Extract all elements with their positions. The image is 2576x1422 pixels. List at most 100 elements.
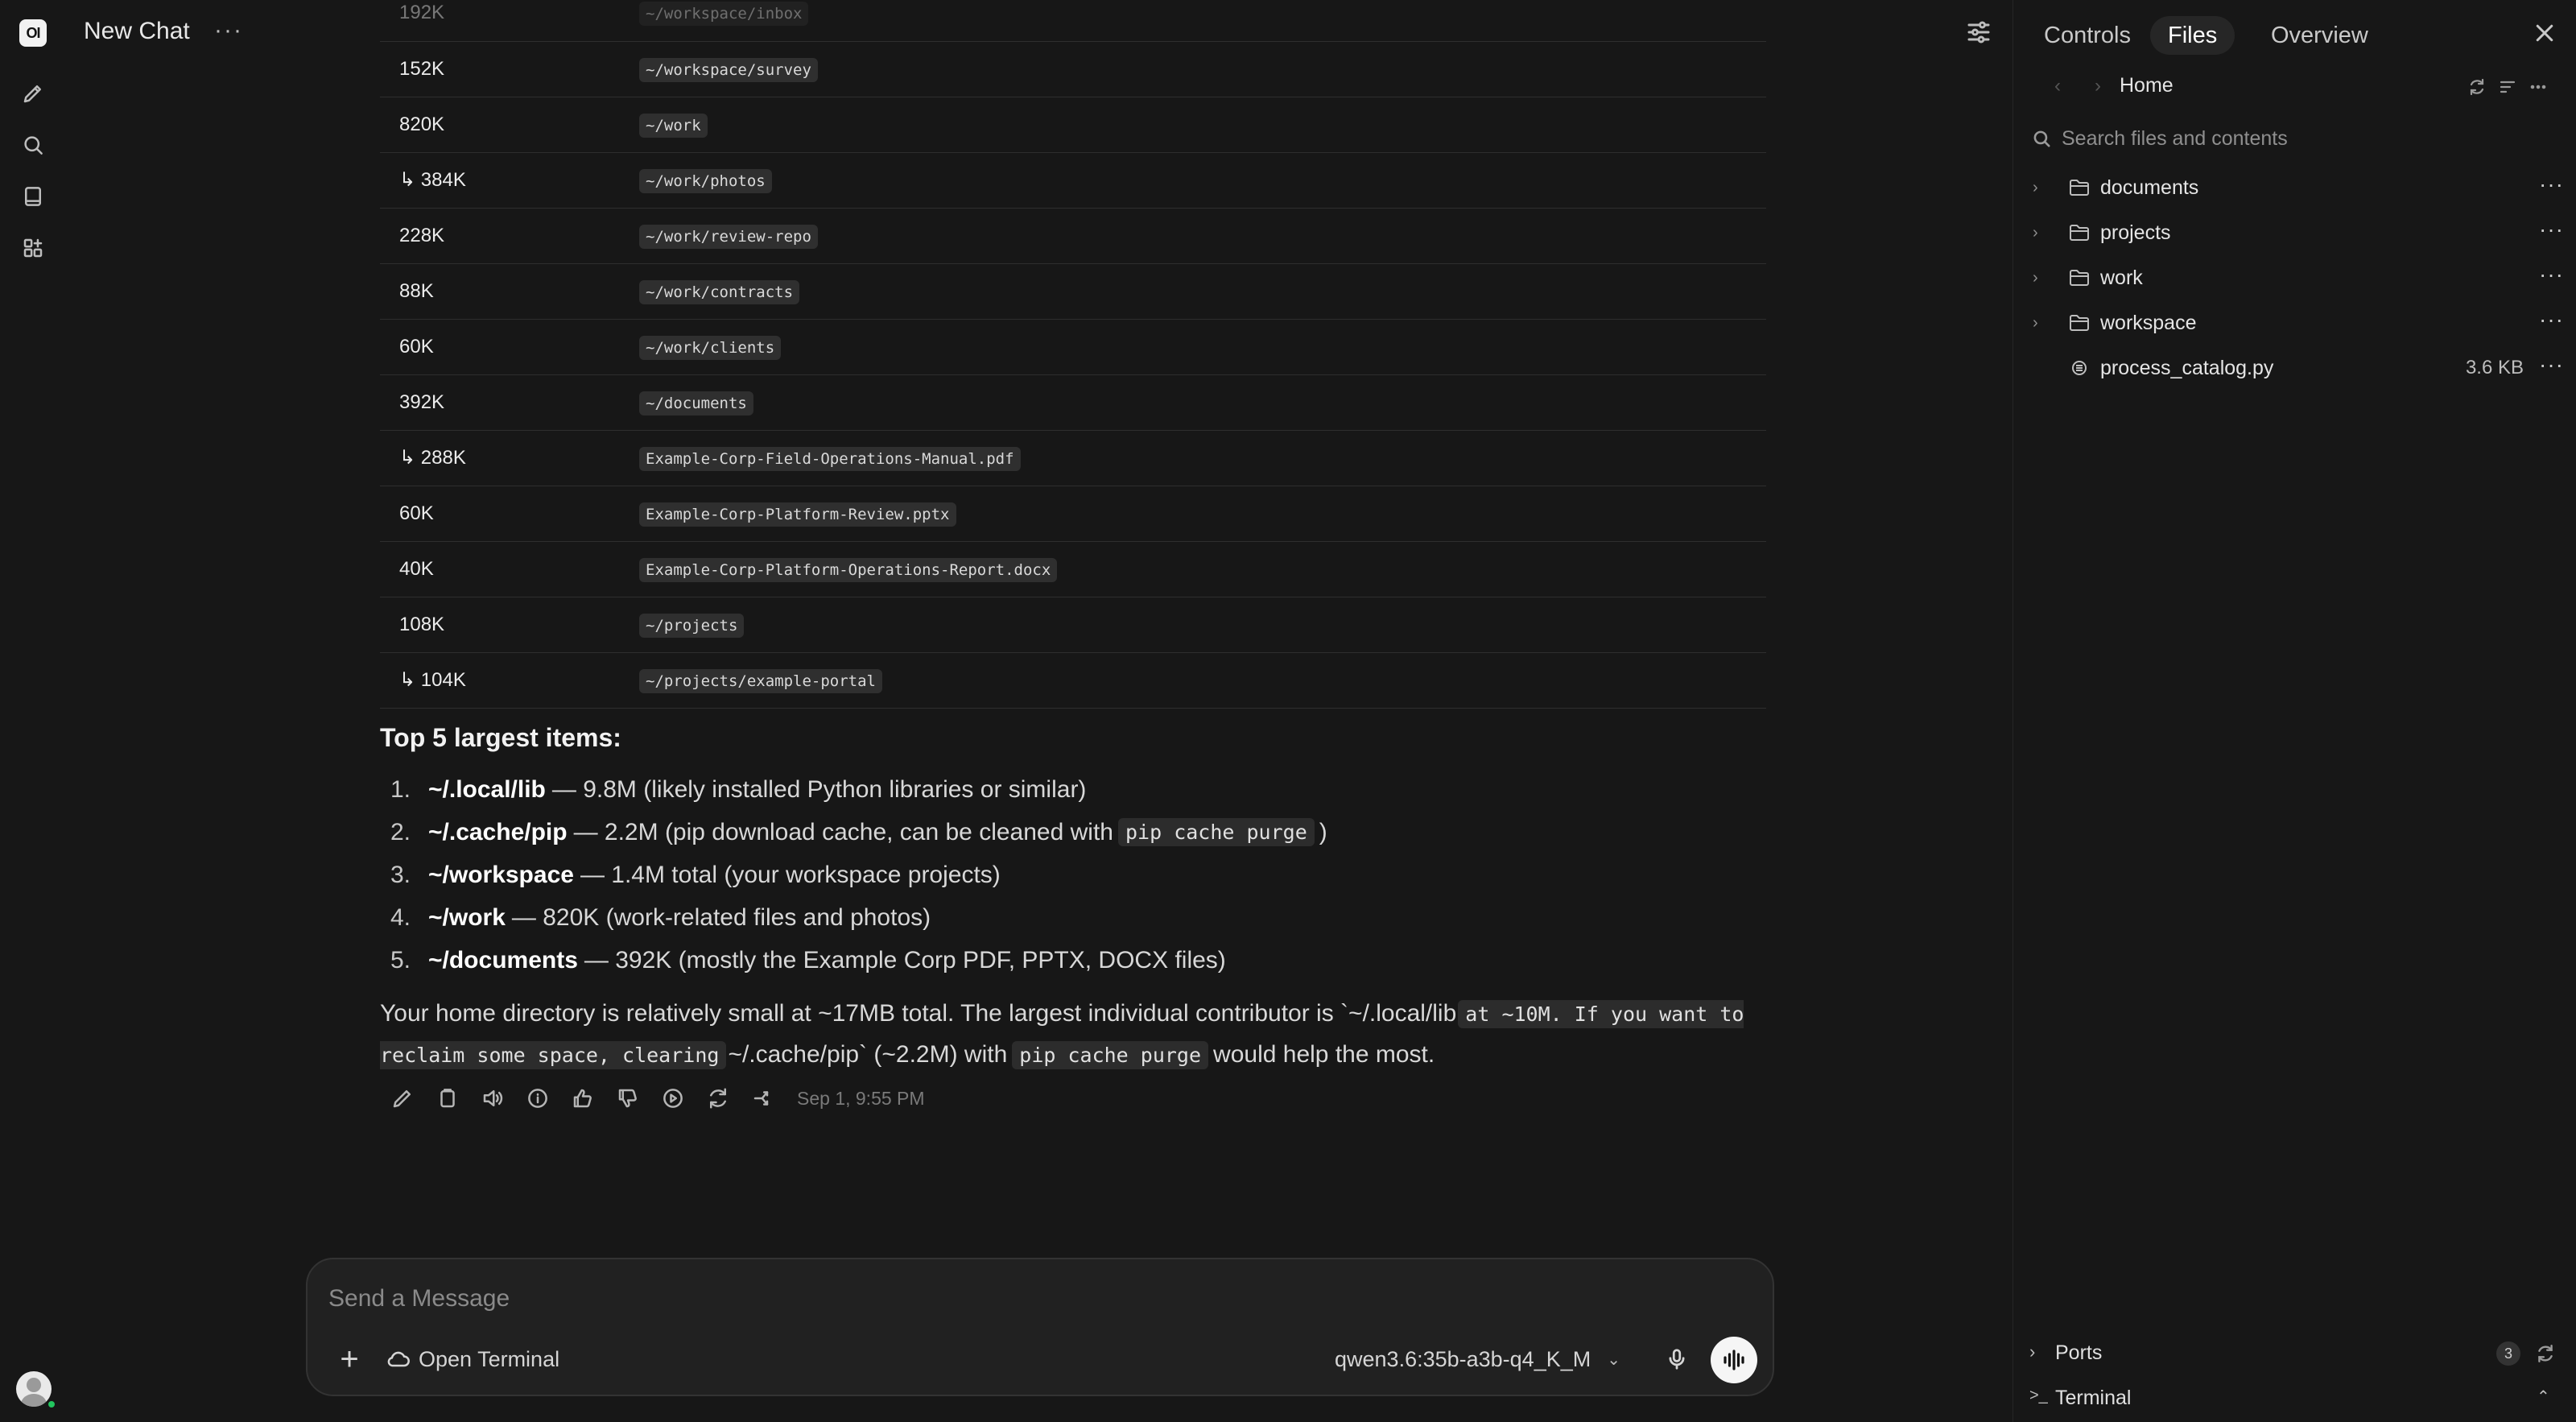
folder-item-workspace[interactable]: › workspace ··· [2013,300,2576,345]
more-options-icon[interactable]: ··· [2539,217,2564,242]
controls-sliders-icon[interactable] [1964,18,1993,47]
attach-plus-icon[interactable]: + [330,1340,369,1379]
folder-item-documents[interactable]: › documents ··· [2013,165,2576,210]
summary-paragraph: Your home directory is relatively small … [380,1000,1744,1069]
chevron-right-icon[interactable]: › [2033,269,2038,287]
user-avatar[interactable] [16,1371,52,1407]
file-name: documents [2100,176,2199,199]
path-code: Example-Corp-Platform-Operations-Report.… [639,557,1058,582]
path-cell: ~/workspace/survey [639,41,1766,97]
chevron-right-icon[interactable]: › [2033,224,2038,242]
terminal-label: Terminal [2055,1387,2132,1409]
folder-item-work[interactable]: › work ··· [2013,255,2576,300]
tab-controls[interactable]: Controls [2026,16,2149,55]
refresh-icon[interactable] [2535,1343,2556,1364]
size-cell: 228K [399,224,445,246]
folder-icon [2068,177,2091,198]
path-cell: ~/projects/example-portal [639,652,1766,708]
more-options-icon[interactable]: ··· [2539,307,2564,333]
notes-icon[interactable] [14,177,52,216]
thumbs-down-icon[interactable] [605,1079,650,1118]
file-name: workspace [2100,311,2197,334]
breadcrumb[interactable]: Home [2120,74,2174,97]
workspace-icon[interactable] [14,229,52,267]
search-icon[interactable] [14,126,52,164]
folder-icon [2068,312,2091,333]
open-terminal-button[interactable]: Open Terminal [385,1342,559,1376]
size-cell: 60K [399,335,434,358]
open-terminal-label: Open Terminal [419,1346,560,1371]
tab-files[interactable]: Files [2150,16,2235,55]
regenerate-icon[interactable] [696,1079,741,1118]
chevron-right-icon[interactable]: › [2033,314,2038,333]
chat-title: New Chat [84,18,190,44]
path-code: ~/work/clients [639,335,782,360]
message-input[interactable] [328,1280,1745,1317]
more-options-icon[interactable]: ··· [2539,172,2564,197]
list-item: 2. ~/.cache/pip — 2.2M (pip download cache… [390,818,1327,846]
file-name: work [2100,266,2143,289]
more-options-icon[interactable] [2525,74,2551,100]
path-cell: ~/work [639,97,1766,152]
read-aloud-icon[interactable] [470,1079,515,1118]
back-icon[interactable]: ‹ [2046,74,2070,98]
close-icon[interactable] [2533,21,2562,50]
size-cell: 152K [399,57,445,80]
forward-icon[interactable]: › [2086,74,2110,98]
side-panel: Controls Files Overview ‹ › Home › docume… [2013,0,2576,1422]
path-code: ~/projects/example-portal [639,668,882,693]
branch-icon[interactable] [741,1079,786,1118]
path-code: ~/workspace/survey [639,57,818,82]
table-row: ↳ 288K Example-Corp-Field-Operations-Manu… [380,430,1766,486]
python-file-icon [2068,358,2091,378]
tab-overview[interactable]: Overview [2253,16,2386,55]
size-cell: 392K [399,391,445,413]
ports-section[interactable]: › Ports 3 [2013,1333,2576,1372]
model-selector[interactable]: qwen3.6:35b-a3b-q4_K_M ⌄ [1335,1343,1620,1375]
path-code: Example-Corp-Platform-Review.pptx [639,502,956,527]
inline-code: pip cache purge [1012,1041,1209,1069]
path-code: ~/work/contracts [639,279,800,304]
folder-item-projects[interactable]: › projects ··· [2013,210,2576,255]
more-options-icon[interactable]: ··· [2539,352,2564,378]
microphone-icon[interactable] [1657,1340,1696,1379]
edit-icon[interactable] [380,1079,425,1118]
new-chat-icon[interactable] [14,74,52,113]
chevron-down-icon: ⌄ [1607,1350,1620,1369]
chevron-right-icon[interactable]: › [2033,179,2038,197]
file-name: process_catalog.py [2100,356,2274,379]
continue-icon[interactable] [650,1079,696,1118]
disk-usage-table: 192K ~/workspace/inbox 152K ~/workspace/sur… [380,0,1766,709]
size-cell: 40K [399,557,434,580]
path-cell: ~/work/contracts [639,263,1766,319]
chevron-up-icon[interactable]: ⌃ [2537,1387,2550,1407]
terminal-section[interactable]: >_ Terminal ⌃ [2013,1379,2576,1417]
table-row: ↳ 384K ~/work/photos [380,152,1766,208]
message-composer: + Open Terminal qwen3.6:35b-a3b-q4_K_M ⌄ [306,1258,1774,1396]
refresh-icon[interactable] [2464,74,2490,100]
path-cell: Example-Corp-Platform-Operations-Report.… [639,541,1766,597]
file-search-input[interactable] [2062,122,2545,155]
more-options-icon[interactable]: ··· [2539,262,2564,287]
path-cell: ~/workspace/inbox [639,0,1766,41]
thumbs-up-icon[interactable] [560,1079,605,1118]
icon-rail: OI [0,0,66,1422]
cloud-icon [387,1351,410,1367]
app-logo[interactable]: OI [19,19,47,47]
list-item: 4. ~/work — 820K (work-related files and p… [390,903,931,931]
table-row: 88K ~/work/contracts [380,263,1766,319]
path-code: ~/work [639,113,708,138]
path-code: ~/projects [639,613,745,638]
list-item: 5. ~/documents — 392K (mostly the Example … [390,946,1226,973]
size-cell: ↳ 288K [399,447,466,469]
path-cell: Example-Corp-Field-Operations-Manual.pdf [639,430,1766,486]
table-row: 60K ~/work/clients [380,319,1766,374]
file-item[interactable]: process_catalog.py 3.6 KB ··· [2013,345,2576,391]
table-row: 192K ~/workspace/inbox [380,0,1766,41]
copy-icon[interactable] [425,1079,470,1118]
sort-icon[interactable] [2495,74,2520,100]
info-icon[interactable] [515,1079,560,1118]
voice-mode-icon[interactable] [1711,1337,1757,1383]
chat-menu-icon[interactable]: ··· [214,19,243,43]
search-icon [2031,128,2052,149]
